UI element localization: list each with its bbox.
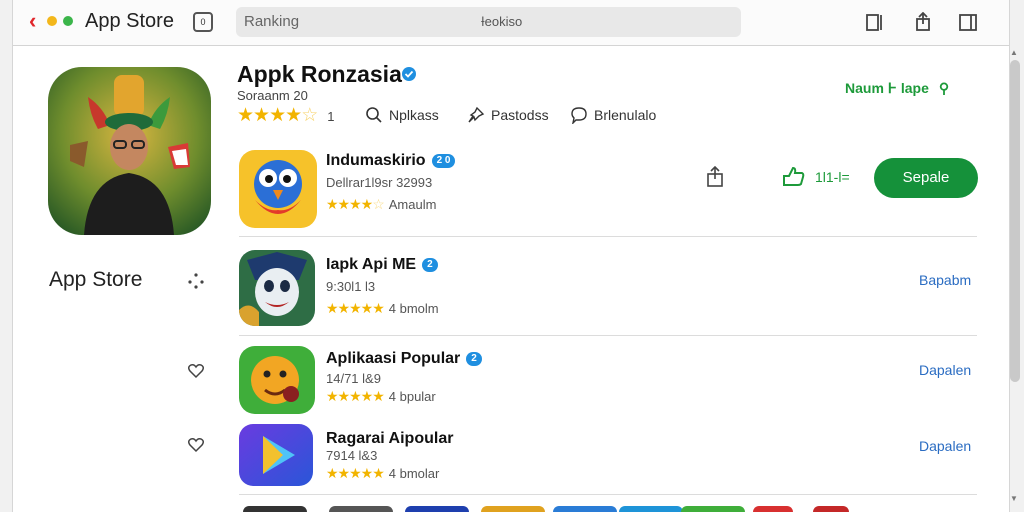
meta-search[interactable]: Nplkass [365,104,439,126]
search-icon [366,107,382,123]
star-icon: ☆ [372,196,385,212]
search-field[interactable]: Ranking Ɨeokiso [236,7,741,37]
search-text: Ɨeokiso [481,14,523,29]
like-count: 1l1-l= [815,169,850,185]
minimize-dot[interactable] [47,16,57,26]
rating-text: 4 bmolm [388,300,439,316]
next-app-icon[interactable] [619,506,683,512]
row-app-icon[interactable] [239,150,317,228]
star-icon: ★★★★★ [326,465,385,481]
featured-app-icon[interactable] [48,67,211,235]
badge: 2 0 [431,154,456,168]
app-rating: ★ ★ ★ ★ ☆ 1 [237,106,334,126]
rating-text: 4 bmolar [388,465,440,481]
row-title-text: Indumaskirio [326,152,426,169]
next-app-icon[interactable] [553,506,617,512]
row-title-text: Aplikaasi Popular [326,350,461,367]
maximize-dot[interactable] [63,16,73,26]
divider [239,494,977,495]
row-subtitle: Dellrar1l9sr 32993 [326,175,433,190]
top-link[interactable]: Naum Ͱ lape ⚲ [845,80,949,97]
next-app-icon[interactable] [481,506,545,512]
share-icon[interactable] [705,166,725,188]
next-app-icon[interactable] [753,506,793,512]
star-icon: ★★★★★ [326,388,385,404]
row-title-text: Ragarai Aipoular [326,430,454,447]
next-app-icon[interactable] [681,506,745,512]
rating-text: 4 bpular [388,388,436,404]
app-name: Appk Ronzasia [237,61,402,87]
rating-count: 1 [327,108,335,124]
next-app-icon[interactable] [243,506,307,512]
verified-icon [402,67,416,81]
row-title[interactable]: Aplikaasi Popular 2 [326,350,482,368]
window-title: App Store [85,10,174,32]
meta-label: Brlenulalo [594,107,657,123]
star-icon: ★ [237,105,254,126]
meta-chat[interactable]: Brlenulalo [570,104,656,126]
row-title[interactable]: Iapk Api ME 2 [326,256,438,274]
next-app-icon[interactable] [329,506,393,512]
row-subtitle: 7914 l&3 [326,448,378,463]
dots-icon[interactable] [187,272,205,290]
sidebar-icon[interactable] [958,12,978,32]
pin-green-icon: ⚲ [938,80,950,96]
back-chevron-icon[interactable]: ‹ [29,10,43,32]
star-icon: ★ [253,105,270,126]
search-placeholder: Ranking [244,13,300,30]
heart-icon[interactable] [187,436,205,454]
row-app-icon[interactable] [239,424,313,486]
row-rating: ★★★★★ 4 bpular [326,386,436,406]
row-link[interactable]: Bapabm [919,272,971,288]
meta-label: Pastodss [491,107,549,123]
row-rating: ★★★★★ 4 bmolm [326,298,439,318]
app-subtitle: Soraanm 20 [237,88,308,103]
row-app-icon[interactable] [239,250,315,326]
row-subtitle: 9:30l1 l3 [326,279,376,294]
meta-pin[interactable]: Pastodss [467,104,549,126]
badge: 2 [466,352,482,366]
next-app-icon[interactable] [813,506,849,512]
scroll-down-arrow[interactable]: ▼ [1010,494,1018,503]
divider [239,236,977,237]
scroll-up-arrow[interactable]: ▲ [1010,48,1018,57]
row-rating: ★★★★ ☆ Amaulm [326,194,436,214]
star-icon: ★★★★★ [326,300,385,316]
scrollbar-thumb[interactable] [1010,60,1020,382]
chat-icon [571,107,587,124]
meta-label: Nplkass [389,107,439,123]
like-button[interactable]: 1l1-l= [781,165,850,189]
heart-icon[interactable] [187,362,205,380]
star-icon: ☆ [301,105,318,126]
toolbar: ‹ App Store 0 Ranking Ɨeokiso [13,0,1009,46]
row-link[interactable]: Dapalen [919,438,971,454]
share-icon[interactable] [913,12,933,32]
row-title-text: Iapk Api ME [326,256,417,273]
app-window: ‹ App Store 0 Ranking Ɨeokiso App Store … [12,0,1010,512]
pin-icon [468,106,485,123]
row-link[interactable]: Dapalen [919,362,971,378]
top-link-label: Naum Ͱ lape [845,80,929,96]
tab-icon[interactable]: 0 [193,12,213,32]
like-icon [783,166,805,186]
split-view-icon[interactable] [865,12,885,32]
row-title[interactable]: Indumaskirio 2 0 [326,152,456,170]
star-icon: ★ [285,105,302,126]
star-icon: ★ [269,105,286,126]
divider [239,335,977,336]
next-app-icon[interactable] [405,506,469,512]
sidebar-label[interactable]: App Store [49,268,142,292]
row-subtitle: 14/71 l&9 [326,371,381,386]
badge: 2 [422,258,438,272]
row-app-icon[interactable] [239,346,315,414]
row-title[interactable]: Ragarai Aipoular [326,430,453,448]
rating-text: Amaulm [388,196,437,212]
row-rating: ★★★★★ 4 bmolar [326,463,439,483]
star-icon: ★★★★ [326,196,373,212]
get-button[interactable]: Sepale [874,158,978,198]
